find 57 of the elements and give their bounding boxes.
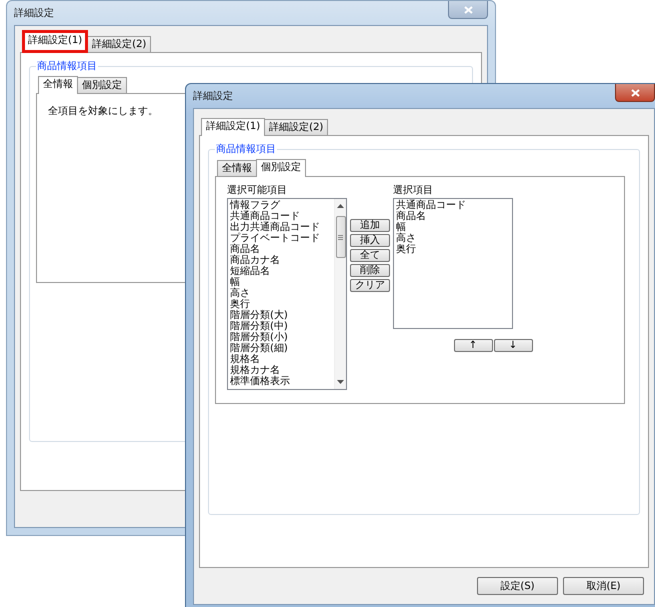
close-button[interactable]: [615, 84, 655, 102]
group-title: 商品情報項目: [36, 60, 98, 73]
list-box[interactable]: 情報フラグ 共通商品コード 出力共通商品コード プライベートコード 商品名 商品カナ名 短縮品名 幅 高さ 奥行 階層分類(大) 階層分類(中) 階層分類(小) 階層分類(細) 規格名 規格カナ名 標準価格表示: [227, 198, 347, 390]
action-button[interactable]: 追加: [350, 219, 390, 232]
list-item[interactable]: 幅: [396, 222, 510, 233]
dialog-button[interactable]: 設定(S): [477, 577, 558, 595]
dialog-button[interactable]: 取消(E): [563, 577, 644, 595]
list-item[interactable]: 規格名: [230, 354, 332, 365]
message-text: 全項目を対象にします。: [48, 104, 158, 118]
scroll-down-icon: [337, 380, 344, 384]
list-item[interactable]: 規格カナ名: [230, 365, 332, 376]
group-title: 商品情報項目: [215, 142, 277, 156]
scrollbar[interactable]: [334, 199, 346, 389]
tab[interactable]: 詳細設定(1): [201, 118, 266, 136]
action-button[interactable]: クリア: [350, 279, 390, 292]
list-item[interactable]: 階層分類(中): [230, 321, 332, 332]
tab[interactable]: 詳細設定(1): [22, 30, 88, 53]
list-item[interactable]: 情報フラグ: [230, 200, 332, 211]
list-item[interactable]: 共通商品コード: [396, 200, 510, 211]
tab[interactable]: 詳細設定(2): [264, 119, 328, 135]
list-item[interactable]: 高さ: [230, 288, 332, 299]
list-item[interactable]: 奥行: [230, 299, 332, 310]
move-button[interactable]: ↑: [454, 339, 492, 352]
list-item[interactable]: 短縮品名: [230, 266, 332, 277]
list-item[interactable]: 標準価格表示: [230, 376, 332, 387]
list-item[interactable]: 階層分類(小): [230, 332, 332, 343]
close-icon: [630, 88, 640, 96]
list-label: 選択項目: [393, 185, 434, 197]
grip-icon: [338, 234, 343, 240]
scroll-up-icon: [337, 204, 344, 208]
list-item[interactable]: 商品カナ名: [230, 255, 332, 266]
list-item[interactable]: 商品名: [230, 244, 332, 255]
list-item[interactable]: 階層分類(細): [230, 343, 332, 354]
list-item[interactable]: 奥行: [396, 244, 510, 255]
list-item[interactable]: 共通商品コード: [230, 211, 332, 222]
action-button[interactable]: 削除: [350, 264, 390, 277]
list-box[interactable]: 共通商品コード 商品名 幅 高さ 奥行: [393, 198, 513, 329]
list-item[interactable]: 幅: [230, 277, 332, 288]
close-button[interactable]: [448, 1, 488, 19]
tab[interactable]: 全情報: [38, 76, 78, 94]
close-icon: [464, 6, 472, 14]
list-item[interactable]: 高さ: [396, 233, 510, 244]
tab[interactable]: 詳細設定(2): [87, 36, 152, 52]
tab[interactable]: 個別設定: [256, 159, 306, 177]
list-item[interactable]: 出力共通商品コード: [230, 222, 332, 233]
window-title: 詳細設定: [14, 6, 54, 20]
move-button[interactable]: ↓: [494, 339, 532, 352]
list-item[interactable]: プライベートコード: [230, 233, 332, 244]
action-button[interactable]: 全て: [350, 249, 390, 262]
list-label: 選択可能項目: [227, 185, 288, 197]
list-item[interactable]: 階層分類(大): [230, 310, 332, 321]
list-item[interactable]: 商品名: [396, 211, 510, 222]
action-button[interactable]: 挿入: [350, 234, 390, 247]
tab[interactable]: 全情報: [217, 160, 257, 176]
window-title: 詳細設定: [193, 90, 233, 103]
tab[interactable]: 個別設定: [77, 77, 127, 93]
scroll-thumb[interactable]: [336, 216, 346, 258]
